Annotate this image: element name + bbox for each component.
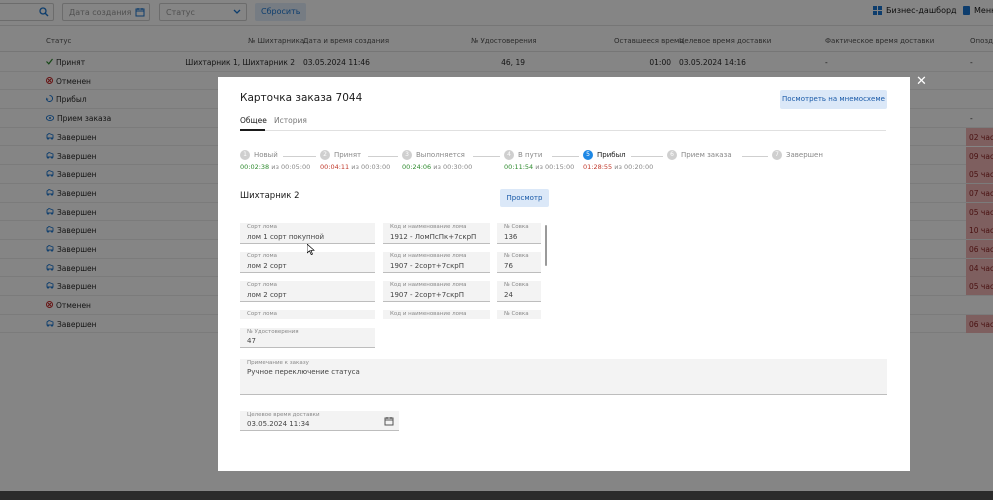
field-label: Сорт лома (247, 282, 278, 288)
modal-tabs: Общее История (240, 114, 886, 131)
cert-value: 47 (247, 337, 256, 345)
step-connector (472, 156, 500, 157)
step-label: В пути (518, 151, 543, 159)
scrap-code-field[interactable]: Код и наименование лома 1907 - 2сорт+7скр… (383, 281, 490, 302)
field-value: 24 (504, 291, 513, 299)
field-value: 1907 - 2сорт+7скрП (390, 262, 464, 270)
step-spent: 00:24:06 (402, 163, 432, 171)
modal-title: Карточка заказа 7044 (240, 92, 363, 104)
order-card-modal: Карточка заказа 7044 Посмотреть на мнемо… (218, 77, 910, 471)
step-number: 5 (583, 150, 593, 160)
preview-button[interactable]: Просмотр (500, 189, 549, 207)
step-spent: 01:28:55 (583, 163, 613, 171)
field-value: 76 (504, 262, 513, 270)
scoop-number-field[interactable]: № Совка 24 (497, 281, 541, 302)
scrap-grade-field[interactable]: Сорт лома лом 2 сорт (240, 281, 375, 302)
target-time-value: 03.05.2024 11:34 (247, 420, 310, 428)
scoop-number-field[interactable]: № Совка (497, 310, 541, 319)
field-value: 136 (504, 233, 518, 241)
close-icon[interactable]: ✕ (916, 75, 927, 88)
field-value: лом 1 сорт покупной (247, 233, 325, 241)
step-limit: из 00:03:00 (351, 163, 391, 171)
step-time: 00:02:38 из 00:05:00 (240, 163, 310, 171)
status-stepper: 1 Новый 00:02:38 из 00:05:00 2 Принят 00:04:1… (240, 150, 886, 174)
step-spent: 00:02:38 (240, 163, 270, 171)
step-number: 1 (240, 150, 250, 160)
step-label: Принят (334, 151, 362, 159)
scrap-items-list[interactable]: Сорт лома лом 1 сорт покупной Код и наимен… (240, 223, 550, 319)
tab-history[interactable]: История (274, 116, 307, 125)
scrap-grade-field[interactable]: Сорт лома (240, 310, 375, 319)
order-note-label: Примечание к заказу (247, 360, 309, 366)
tab-indicator (240, 129, 265, 131)
step-connector (283, 156, 316, 157)
field-label: Сорт лома (247, 253, 278, 259)
field-value: 1912 - ЛомПсПк+7скрП (390, 233, 477, 241)
scrap-code-field[interactable]: Код и наименование лома 1912 - ЛомПсПк+7с… (383, 223, 490, 244)
bottom-bar (0, 491, 993, 500)
cert-field[interactable]: № Удостоверения 47 (240, 328, 375, 348)
field-label: Сорт лома (247, 311, 278, 317)
scrap-code-field[interactable]: Код и наименование лома (383, 310, 490, 319)
step-time: 00:24:06 из 00:30:00 (402, 163, 472, 171)
step-limit: из 00:30:00 (433, 163, 473, 171)
step-number: 3 (402, 150, 412, 160)
list-scrollbar[interactable] (545, 225, 547, 266)
step-connector (630, 156, 663, 157)
step-limit: из 00:15:00 (535, 163, 575, 171)
field-label: Код и наименование лома (390, 253, 467, 259)
step-connector (367, 156, 398, 157)
field-label: Код и наименование лома (390, 224, 467, 230)
step-limit: из 00:05:00 (271, 163, 311, 171)
step-label: Новый (254, 151, 278, 159)
view-on-scheme-button[interactable]: Посмотреть на мнемосхеме (780, 90, 887, 109)
mouse-cursor-icon (307, 244, 315, 255)
step-label: Прием заказа (681, 151, 732, 159)
step-spent: 00:11:54 (504, 163, 534, 171)
scrap-code-field[interactable]: Код и наименование лома 1907 - 2сорт+7скр… (383, 252, 490, 273)
calendar-icon[interactable] (384, 416, 394, 426)
scrap-grade-field[interactable]: Сорт лома лом 1 сорт покупной (240, 223, 375, 244)
field-value: лом 2 сорт (247, 262, 287, 270)
step-number: 4 (504, 150, 514, 160)
scrap-grade-field[interactable]: Сорт лома лом 2 сорт (240, 252, 375, 273)
step-spent: 00:04:11 (320, 163, 350, 171)
order-note-field[interactable]: Примечание к заказу Ручное переключение … (240, 359, 887, 395)
step-connector (551, 156, 579, 157)
field-value: лом 2 сорт (247, 291, 287, 299)
step-limit: из 00:20:00 (614, 163, 654, 171)
order-note-value: Ручное переключение статуса (247, 368, 360, 376)
target-time-field[interactable]: Целевое время доставки 03.05.2024 11:34 (240, 411, 399, 431)
field-label: № Совка (504, 282, 529, 288)
field-label: Код и наименование лома (390, 311, 467, 317)
step-label: Прибыл (597, 151, 626, 159)
tab-general[interactable]: Общее (240, 116, 267, 125)
field-label: Код и наименование лома (390, 282, 467, 288)
field-label: № Совка (504, 224, 529, 230)
scoop-number-field[interactable]: № Совка 76 (497, 252, 541, 273)
field-value: 1907 - 2сорт+7скрП (390, 291, 464, 299)
scoop-number-field[interactable]: № Совка 136 (497, 223, 541, 244)
field-label: № Совка (504, 311, 529, 317)
step-number: 2 (320, 150, 330, 160)
field-label: Сорт лома (247, 224, 278, 230)
step-number: 6 (667, 150, 677, 160)
step-number: 7 (772, 150, 782, 160)
section-title: Шихтарник 2 (240, 191, 300, 201)
step-label: Завершен (786, 151, 823, 159)
field-label: № Совка (504, 253, 529, 259)
step-time: 00:04:11 из 00:03:00 (320, 163, 390, 171)
step-connector (742, 156, 768, 157)
step-time: 01:28:55 из 00:20:00 (583, 163, 653, 171)
step-label: Выполняется (416, 151, 465, 159)
target-time-label: Целевое время доставки (247, 412, 320, 418)
cert-label: № Удостоверения (247, 329, 299, 335)
step-time: 00:11:54 из 00:15:00 (504, 163, 574, 171)
